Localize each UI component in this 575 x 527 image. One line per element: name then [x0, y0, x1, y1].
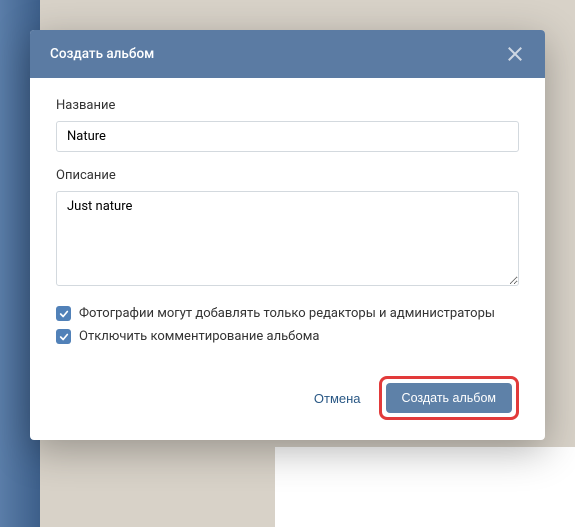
create-album-button[interactable]: Создать альбом: [386, 383, 512, 413]
editors-only-checkbox[interactable]: [56, 306, 71, 321]
editors-only-checkbox-row[interactable]: Фотографии могут добавлять только редакт…: [56, 306, 519, 321]
modal-header: Создать альбом: [30, 30, 545, 78]
disable-comments-checkbox-row[interactable]: Отключить комментирование альбома: [56, 329, 519, 344]
name-input[interactable]: [56, 121, 519, 152]
submit-highlight: Создать альбом: [379, 376, 519, 420]
modal-title: Создать альбом: [50, 46, 154, 62]
checkmark-icon: [59, 332, 69, 342]
description-label: Описание: [56, 168, 519, 183]
create-album-modal: Создать альбом Название Описание Фотогра…: [30, 30, 545, 440]
close-button[interactable]: [505, 44, 525, 64]
checkmark-icon: [59, 309, 69, 319]
name-label: Название: [56, 98, 519, 113]
modal-body: Название Описание Фотографии могут добав…: [30, 78, 545, 362]
name-field-group: Название: [56, 98, 519, 152]
disable-comments-label: Отключить комментирование альбома: [79, 329, 320, 344]
modal-footer: Отмена Создать альбом: [30, 362, 545, 440]
editors-only-label: Фотографии могут добавлять только редакт…: [79, 306, 495, 321]
cancel-button[interactable]: Отмена: [310, 383, 365, 414]
close-icon: [505, 44, 525, 64]
description-field-group: Описание: [56, 168, 519, 290]
disable-comments-checkbox[interactable]: [56, 329, 71, 344]
description-input[interactable]: [56, 191, 519, 286]
